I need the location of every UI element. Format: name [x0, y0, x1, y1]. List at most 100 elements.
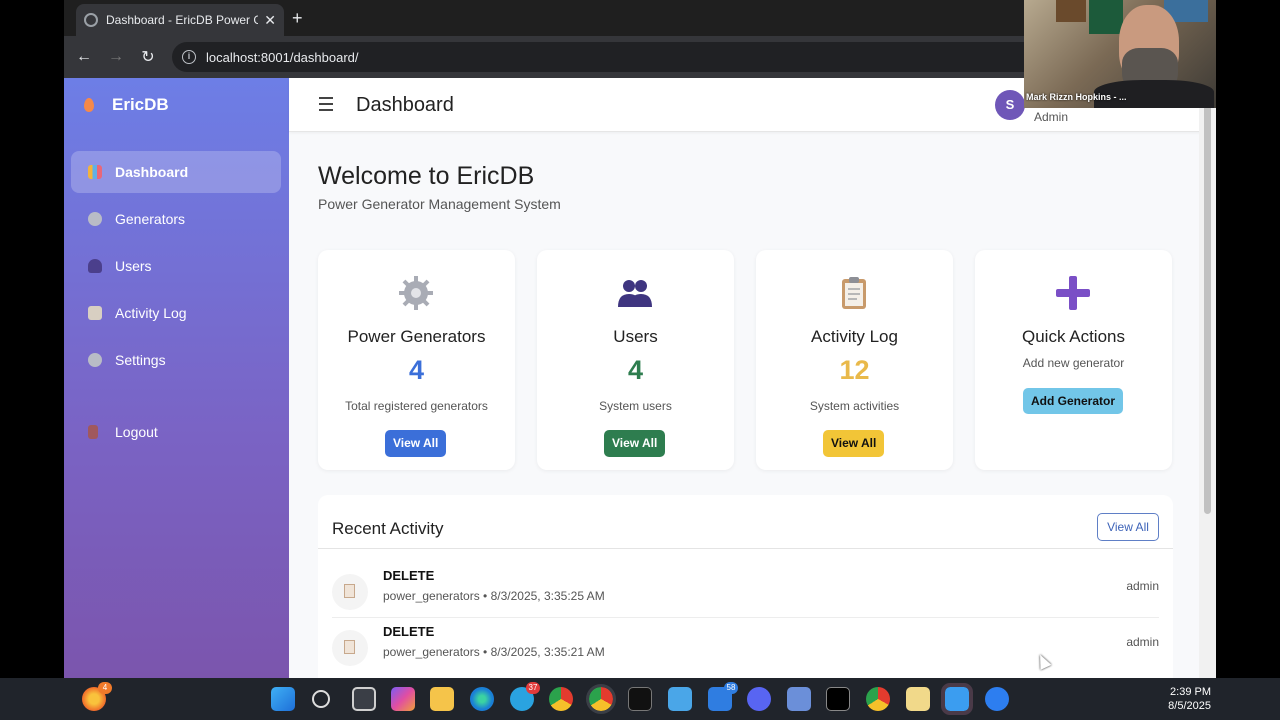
sidebar-item-dashboard[interactable]: Dashboard	[71, 151, 281, 193]
scrollbar-thumb[interactable]	[1204, 104, 1211, 514]
mail-icon[interactable]: 58	[708, 682, 738, 711]
notification-badge: 37	[526, 682, 540, 694]
task-view-icon[interactable]	[352, 687, 376, 711]
stat-card-activity-log: Activity Log 12 System activities View A…	[756, 250, 953, 470]
terminal-icon[interactable]	[628, 687, 652, 711]
card-description: System activities	[809, 399, 900, 413]
participant-name: Mark Rizzn Hopkins - ...	[1026, 92, 1127, 102]
recent-activity-title: Recent Activity	[332, 519, 444, 538]
sidebar-item-label: Logout	[115, 424, 158, 440]
card-description: Total registered generators	[345, 399, 488, 413]
new-tab-button[interactable]: +	[292, 8, 303, 29]
system-clock[interactable]: 2:39 PM 8/5/2025	[1168, 685, 1211, 713]
gear-icon	[88, 353, 102, 367]
telegram-icon[interactable]: 37	[510, 682, 540, 711]
list-item[interactable]: DELETE power_generators • 8/3/2025, 3:35…	[332, 562, 1159, 617]
recent-activity-panel: Recent Activity View All DELETE power_ge…	[318, 495, 1173, 678]
sidebar-item-label: Settings	[115, 352, 166, 368]
flame-icon	[84, 98, 94, 112]
card-title: Users	[613, 327, 658, 346]
welcome-title: Welcome to EricDB	[318, 162, 535, 190]
avatar[interactable]: S	[995, 90, 1025, 120]
video-app-icon[interactable]	[941, 683, 973, 715]
clock-date: 8/5/2025	[1168, 700, 1211, 712]
gear-icon	[88, 212, 102, 226]
card-title: Activity Log	[811, 327, 898, 346]
chrome-active-icon[interactable]	[586, 684, 616, 714]
sidebar-item-label: Users	[115, 258, 152, 274]
sidebar-item-generators[interactable]: Generators	[71, 198, 281, 240]
view-activity-button[interactable]: View All	[823, 430, 885, 457]
terminal-app-icon[interactable]	[826, 687, 850, 711]
document-icon	[332, 574, 368, 610]
clock-time: 2:39 PM	[1170, 686, 1211, 698]
door-icon	[88, 425, 98, 439]
view-users-button[interactable]: View All	[604, 430, 666, 457]
close-tab-icon[interactable]: ✕	[264, 12, 276, 29]
edge-icon[interactable]	[470, 687, 494, 711]
activity-action: DELETE	[383, 568, 435, 583]
card-description: System users	[599, 399, 672, 413]
discord-icon[interactable]	[747, 687, 771, 711]
letterbox-right	[1216, 0, 1280, 678]
card-value: 4	[408, 355, 425, 385]
users-icon	[88, 259, 102, 273]
activity-meta: power_generators • 8/3/2025, 3:35:25 AM	[383, 589, 605, 603]
notes-icon[interactable]	[906, 687, 930, 711]
divider	[318, 548, 1173, 549]
back-button[interactable]: ←	[68, 48, 100, 66]
firefox-icon[interactable]: 4	[82, 682, 112, 711]
chrome-icon[interactable]	[549, 687, 573, 711]
activity-meta: power_generators • 8/3/2025, 3:35:21 AM	[383, 645, 605, 659]
tab-title: Dashboard - EricDB Power Gen	[106, 13, 259, 27]
activity-user: admin	[1126, 579, 1159, 593]
sidebar-item-users[interactable]: Users	[71, 245, 281, 287]
card-value: 4	[627, 355, 644, 385]
copilot-icon[interactable]	[391, 687, 415, 711]
wall-art	[1089, 0, 1123, 34]
clipboard-icon	[88, 306, 102, 320]
list-item[interactable]: DELETE power_generators • 8/3/2025, 3:35…	[332, 618, 1159, 673]
forward-button[interactable]: →	[100, 48, 132, 66]
browser-tab[interactable]: Dashboard - EricDB Power Gen ✕	[76, 4, 284, 36]
taskbar: 4 37 58 2:39 PM 8/5/2025	[0, 678, 1280, 720]
site-info-icon[interactable]: i	[182, 50, 196, 64]
notification-badge: 58	[724, 682, 738, 694]
letterbox-left	[0, 0, 64, 678]
sidebar-item-logout[interactable]: Logout	[71, 411, 281, 453]
webcam-overlay: Mark Rizzn Hopkins - ...	[1024, 0, 1216, 108]
card-description: Add new generator	[1022, 356, 1125, 370]
page-scrollbar[interactable]	[1199, 104, 1216, 678]
card-value: 12	[839, 355, 870, 385]
gear-icon	[399, 276, 433, 310]
menu-toggle-icon[interactable]	[319, 97, 333, 115]
activity-action: DELETE	[383, 624, 435, 639]
zoom-icon[interactable]	[985, 687, 1009, 711]
notepad-icon[interactable]	[668, 687, 692, 711]
view-generators-button[interactable]: View All	[385, 430, 447, 457]
brand[interactable]: EricDB	[84, 95, 169, 115]
sidebar-item-activity-log[interactable]: Activity Log	[71, 292, 281, 334]
globe-icon	[84, 13, 98, 27]
activity-user: admin	[1126, 635, 1159, 649]
add-generator-button[interactable]: Add Generator	[1023, 388, 1123, 414]
card-title: Quick Actions	[1022, 327, 1125, 346]
search-icon[interactable]	[312, 690, 330, 708]
address-bar[interactable]: i localhost:8001/dashboard/	[172, 42, 1172, 72]
page-title: Dashboard	[356, 94, 454, 116]
quick-actions-card: Quick Actions Add new generator Add Gene…	[975, 250, 1172, 470]
reload-button[interactable]: ↻	[132, 47, 164, 67]
brand-name: EricDB	[112, 95, 169, 114]
user-role: Admin	[1034, 110, 1069, 124]
start-icon[interactable]	[271, 687, 295, 711]
network-app-icon[interactable]	[787, 687, 811, 711]
sidebar-item-label: Generators	[115, 211, 186, 227]
sidebar: EricDB Dashboard Generators Users Activi…	[64, 78, 289, 678]
stat-card-users: Users 4 System users View All	[537, 250, 734, 470]
file-explorer-icon[interactable]	[430, 687, 454, 711]
wall-art	[1056, 0, 1086, 22]
chrome-profile-icon[interactable]	[866, 687, 890, 711]
sidebar-item-settings[interactable]: Settings	[71, 339, 281, 381]
welcome-subtitle: Power Generator Management System	[318, 196, 561, 212]
recent-view-all-button[interactable]: View All	[1097, 513, 1159, 541]
